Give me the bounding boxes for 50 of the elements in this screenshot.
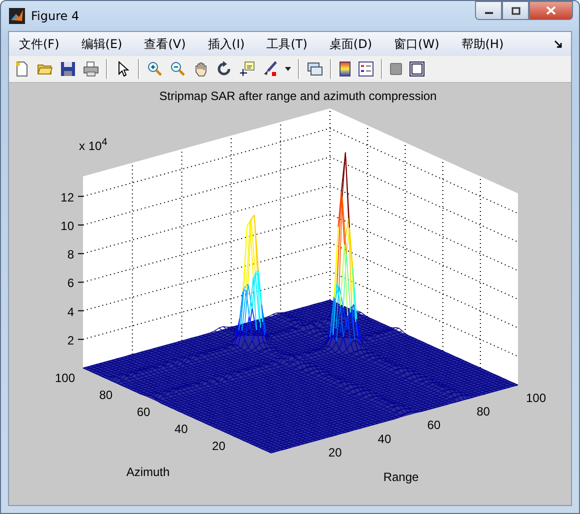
tick-label: 8	[67, 248, 74, 262]
rotate-icon[interactable]	[216, 61, 232, 77]
menu-item[interactable]: 帮助(H)	[459, 34, 512, 54]
window-title: Figure 4	[31, 9, 80, 23]
tick-label: 40	[174, 422, 188, 436]
panel-icon[interactable]	[409, 61, 425, 77]
tick-label: 80	[476, 404, 490, 419]
menu-item[interactable]: 文件(F)	[17, 34, 68, 54]
menu-item[interactable]: 插入(I)	[206, 34, 253, 54]
tick-label: 100	[54, 371, 75, 385]
tick-label: 60	[136, 405, 150, 419]
app-icon	[9, 8, 25, 24]
tick-label: 2	[67, 333, 74, 348]
brush-icon[interactable]	[262, 61, 278, 77]
axis-label: Azimuth	[126, 465, 170, 479]
axis-label: Range	[383, 470, 419, 484]
tick-label: 12	[60, 190, 74, 204]
maximize-icon	[510, 6, 520, 14]
minimize-button[interactable]	[475, 1, 502, 20]
tick-label: 6	[67, 276, 74, 290]
menu-item[interactable]: 桌面(D)	[327, 34, 380, 54]
dock-arrow-icon[interactable]	[554, 40, 563, 48]
zoom-out-icon[interactable]	[170, 61, 186, 77]
close-button[interactable]	[529, 1, 573, 20]
maximize-button[interactable]	[502, 1, 529, 20]
colorbar-icon[interactable]	[339, 61, 351, 77]
new-file-icon[interactable]	[14, 61, 30, 77]
tick-label: 80	[99, 388, 113, 402]
caret-icon[interactable]	[285, 67, 291, 71]
menu-item[interactable]: 窗口(W)	[392, 34, 448, 54]
hand-icon[interactable]	[193, 61, 209, 77]
tick-label: 40	[378, 432, 392, 446]
menu-item[interactable]: 编辑(E)	[79, 34, 130, 54]
tick-label: 10	[60, 219, 74, 233]
tick-label: 20	[212, 439, 226, 453]
tick-label: 20	[328, 445, 342, 460]
close-icon	[546, 6, 556, 15]
legend-icon[interactable]	[358, 61, 374, 77]
menu-item[interactable]: 工具(T)	[264, 34, 316, 54]
tick-label: 60	[427, 418, 441, 432]
zoom-in-icon[interactable]	[147, 61, 163, 77]
plot-title: Stripmap SAR after range and azimuth compression	[159, 89, 437, 103]
tick-label: 100	[526, 391, 546, 405]
data-cursor-icon[interactable]	[239, 61, 255, 77]
menu-item[interactable]: 查看(V)	[142, 34, 194, 54]
link-icon[interactable]	[307, 61, 323, 77]
save-icon[interactable]	[60, 61, 76, 77]
tick-label: 4	[67, 304, 74, 319]
exponent-label: x 10$^{4}$	[79, 136, 108, 153]
print-icon[interactable]	[83, 61, 99, 77]
